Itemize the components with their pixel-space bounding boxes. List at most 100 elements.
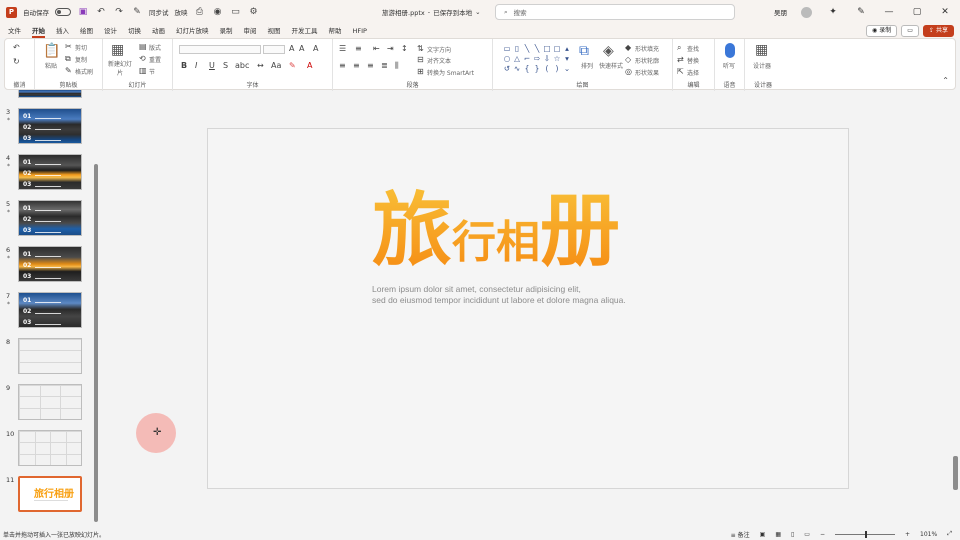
zoom-percent[interactable]: 101% [920,531,937,538]
star-shape-icon[interactable]: ☆ [552,54,562,64]
justify-icon[interactable]: ≣ [381,61,388,70]
line-shape-icon[interactable]: ╲ [522,44,532,54]
triangle-shape-icon[interactable]: △ [512,54,522,64]
slide-title[interactable]: 旅 行 相 册 [372,178,620,278]
italic-icon[interactable]: I [195,61,197,70]
notes-button[interactable]: ≡ 备注 [731,530,750,539]
normal-view-icon[interactable]: ▣ [760,531,766,538]
new-slide-button[interactable]: 新建幻灯片 [107,59,133,77]
arrange-button[interactable]: 排列 [581,61,593,70]
thumbnail-slide-3[interactable]: 01 02 03 [18,108,82,144]
designer-button[interactable]: 设计器 [753,61,771,70]
tab-developer[interactable]: 开发工具 [292,24,318,38]
numbering-icon[interactable]: ≡ [355,44,362,53]
tab-home[interactable]: 开始 [32,24,45,38]
tab-design[interactable]: 设计 [104,24,117,38]
thumbnails-scrollbar[interactable] [94,164,98,522]
decrease-indent-icon[interactable]: ⇤ [373,44,380,53]
align-center-icon[interactable]: ≡ [353,61,360,70]
clear-format-icon[interactable]: A [313,44,318,53]
pen-icon[interactable]: ✎ [854,7,868,17]
slide-thumbnails-panel[interactable]: 3 * 01 02 03 4 * 01 02 03 5 * 01 02 03 6 * 01 02 03 7 * 01 02 03… [0,90,102,528]
font-size-select[interactable] [263,45,285,54]
rect-icon[interactable]: ▭ [230,7,242,17]
shape-outline-icon[interactable]: ◇ [625,55,631,64]
comments-button[interactable]: ▭ [901,25,919,37]
search-input[interactable]: ⌕ 搜索 [495,4,735,20]
textbox-v-shape-icon[interactable]: ▯ [512,44,522,54]
strikethrough-icon[interactable]: abc [235,61,249,70]
brace2-shape-icon[interactable]: } [532,64,542,74]
maximize-icon[interactable]: ▢ [910,7,924,17]
thumbnail-slide-4[interactable]: 01 02 03 [18,154,82,190]
select-icon[interactable]: ⇱ [677,67,684,76]
tab-review[interactable]: 审阅 [244,24,257,38]
line2-shape-icon[interactable]: ╲ [532,44,542,54]
autosave-toggle[interactable] [55,8,71,16]
undo-icon[interactable]: ↶ [13,43,20,52]
thumbnail-slide-7[interactable]: 01 02 03 [18,292,82,328]
qa-view-item[interactable]: 放映 [175,7,188,17]
more-shape-icon[interactable]: ▴ [562,44,572,54]
thumbnail-slide-11[interactable]: 旅行相册 [18,476,82,512]
cut-icon[interactable]: ✂ [65,42,72,51]
find-icon[interactable]: ⌕ [677,43,681,53]
paste-icon[interactable]: 📋 [43,43,60,59]
spacing-icon[interactable]: ↔ [257,61,264,70]
bullets-icon[interactable]: ☰ [339,44,346,53]
tab-animations[interactable]: 动画 [152,24,165,38]
zoom-in-icon[interactable]: + [905,531,910,538]
shrink-font-icon[interactable]: A [299,44,304,53]
quick-styles-icon[interactable]: ◈ [603,43,614,59]
case-icon[interactable]: Aa [271,61,281,70]
paste-button[interactable]: 粘贴 [45,61,57,70]
circle-shape-icon[interactable]: ○ [502,54,512,64]
curve-shape-icon[interactable]: ↺ [502,64,512,74]
tab-slideshow[interactable]: 幻灯片放映 [176,24,209,38]
layout-icon[interactable]: ▤ [139,42,147,51]
tools-icon[interactable]: ⚙ [248,7,260,17]
editor-scrollbar[interactable] [953,456,958,490]
paren2-shape-icon[interactable]: ) [552,64,562,74]
reset-icon[interactable]: ⟲ [139,54,146,63]
designer-icon[interactable]: ▦ [755,42,768,58]
tab-transitions[interactable]: 切换 [128,24,141,38]
rect-shape-icon[interactable]: □ [542,44,552,54]
replace-icon[interactable]: ⇄ [677,55,684,64]
more-shapes-icon[interactable]: ⌄ [562,64,572,74]
align-right-icon[interactable]: ≡ [367,61,374,70]
textbox-shape-icon[interactable]: ▭ [502,44,512,54]
sorter-view-icon[interactable]: ▦ [775,531,781,538]
microphone-icon[interactable] [725,43,735,58]
copilot-icon[interactable]: ✦ [826,7,840,17]
fit-slide-icon[interactable]: ⤢ [947,530,952,538]
grow-font-icon[interactable]: A [289,44,294,53]
shape-effects-icon[interactable]: ◎ [625,67,632,76]
close-icon[interactable]: ✕ [938,7,952,17]
round-rect-shape-icon[interactable]: ▢ [552,44,562,54]
thumbnail-slide-5[interactable]: 01 02 03 [18,200,82,236]
thumbnail-slide-8[interactable] [18,338,82,374]
new-slide-icon[interactable]: ▦ [111,42,124,58]
qa-sync-item[interactable]: 同步试 [149,7,169,17]
zoom-out-icon[interactable]: − [820,531,825,538]
tab-view[interactable]: 视图 [268,24,281,38]
tab-hfip[interactable]: HFIP [353,24,367,38]
thumbnail-slide-9[interactable] [18,384,82,420]
chevron-shape-icon[interactable]: ▾ [562,54,572,64]
thumbnail-slide-6[interactable]: 01 02 03 [18,246,82,282]
shape-fill-icon[interactable]: ◆ [625,43,631,52]
tab-help[interactable]: 帮助 [329,24,342,38]
format-painter-icon[interactable]: ✎ [65,66,72,75]
save-icon[interactable]: ▣ [77,7,89,17]
minimize-icon[interactable]: — [882,7,896,17]
avatar[interactable] [801,6,812,18]
quick-styles-button[interactable]: 快速样式 [599,61,623,70]
align-left-icon[interactable]: ≡ [339,61,346,70]
align-text-icon[interactable]: ⊟ [417,55,424,64]
tab-draw[interactable]: 绘图 [80,24,93,38]
brace-shape-icon[interactable]: { [522,64,532,74]
columns-icon[interactable]: ⫼ [395,61,399,71]
bold-icon[interactable]: B [181,61,187,70]
dictate-button[interactable]: 听写 [723,61,735,70]
